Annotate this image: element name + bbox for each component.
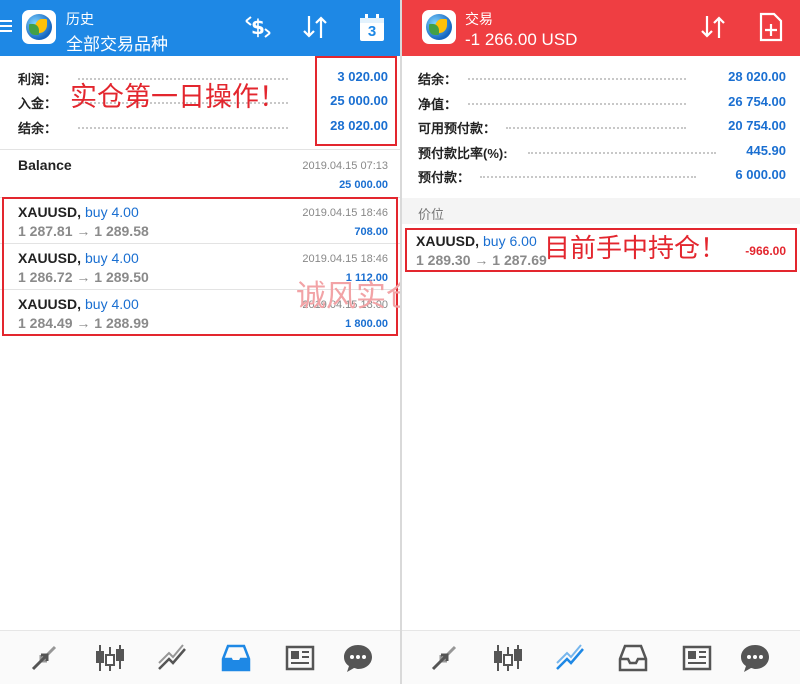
highlight-box-summary <box>315 56 397 146</box>
trade-arrows-icon[interactable] <box>427 641 461 675</box>
summary-row-margin-level: 预付款比率(%): 445.90 <box>418 140 786 164</box>
currency-exchange-icon[interactable]: $ <box>243 12 273 50</box>
trade-screen: 交易 -1 266.00 USD 结余： 28 020.00 净值： 26 75… <box>402 0 800 684</box>
balance-label: Balance <box>18 157 72 173</box>
candlestick-chart-icon[interactable] <box>490 641 524 675</box>
summary-row-free-margin: 可用预付款： 20 754.00 <box>418 115 786 139</box>
new-order-icon[interactable] <box>758 12 784 50</box>
summary-value: 26 754.00 <box>728 94 786 109</box>
summary-label: 净值： <box>418 97 458 112</box>
bottom-nav <box>0 630 400 684</box>
dotted-leader <box>468 103 686 105</box>
chat-bubble-icon[interactable] <box>738 641 772 675</box>
chat-bubble-icon[interactable] <box>341 641 375 675</box>
sort-icon[interactable] <box>300 12 330 50</box>
summary-label: 可用预付款： <box>418 121 497 136</box>
summary-row-margin: 预付款： 6 000.00 <box>418 164 786 188</box>
summary-label: 预付款： <box>418 170 471 185</box>
summary-row-equity: 净值： 26 754.00 <box>418 91 786 115</box>
inbox-tray-icon[interactable] <box>219 641 253 675</box>
trade-arrows-icon[interactable] <box>27 641 61 675</box>
header-subtitle: 交易 <box>465 11 493 27</box>
watermark-text: 诚风实仓案例！ <box>296 279 400 314</box>
menu-icon[interactable] <box>0 20 12 34</box>
trade-header: 交易 -1 266.00 USD <box>402 0 800 56</box>
dotted-leader <box>468 78 686 80</box>
app-logo-icon <box>22 10 56 44</box>
bottom-nav <box>402 630 800 684</box>
news-icon[interactable] <box>680 641 714 675</box>
summary-value: 445.90 <box>746 143 786 158</box>
dotted-leader <box>528 152 716 154</box>
trend-line-icon[interactable] <box>553 641 587 675</box>
svg-text:$: $ <box>251 15 265 39</box>
summary-row-balance: 结余： 28 020.00 <box>418 66 786 90</box>
header-title[interactable]: 全部交易品种 <box>66 30 168 55</box>
balance-amount: 25 000.00 <box>339 179 388 191</box>
app-logo-icon <box>422 10 456 44</box>
news-icon[interactable] <box>283 641 317 675</box>
summary-value: 28 020.00 <box>728 69 786 84</box>
section-header <box>402 198 800 224</box>
dotted-leader <box>78 127 288 129</box>
divider <box>0 149 400 150</box>
candlestick-chart-icon[interactable] <box>92 641 126 675</box>
calendar-day: 3 <box>367 23 377 40</box>
dotted-leader <box>506 127 686 129</box>
summary-value: 20 754.00 <box>728 118 786 133</box>
trend-line-icon[interactable] <box>155 641 189 675</box>
summary-label: 入金： <box>18 96 58 111</box>
annotation-holding: 目前手中持仓！ <box>544 234 727 264</box>
calendar-icon[interactable]: 3 <box>358 13 386 43</box>
deal-time: 2019.04.15 07:13 <box>302 160 388 172</box>
summary-label: 利润： <box>18 72 58 87</box>
annotation-first-day: 实仓第一日操作！ <box>70 82 286 113</box>
header-equity-total: -1 266.00 USD <box>465 30 578 49</box>
history-screen: 历史 全部交易品种 $ 3 利润： 3 020.00 入金： 25 000.00… <box>0 0 400 684</box>
dotted-leader <box>480 176 696 178</box>
highlight-box-deals <box>2 197 398 336</box>
dotted-leader <box>78 78 288 80</box>
sort-icon[interactable] <box>698 12 728 50</box>
summary-label: 结余： <box>418 72 458 87</box>
summary-value: 6 000.00 <box>735 167 786 182</box>
section-label-prices: 价位 <box>418 207 445 222</box>
history-header: 历史 全部交易品种 $ 3 <box>0 0 400 56</box>
inbox-tray-icon[interactable] <box>616 641 650 675</box>
balance-row[interactable]: Balance 2019.04.15 07:13 25 000.00 <box>0 152 400 198</box>
header-subtitle: 历史 <box>66 11 94 27</box>
summary-label: 结余： <box>18 121 58 136</box>
summary-label: 预付款比率(%): <box>418 146 508 161</box>
